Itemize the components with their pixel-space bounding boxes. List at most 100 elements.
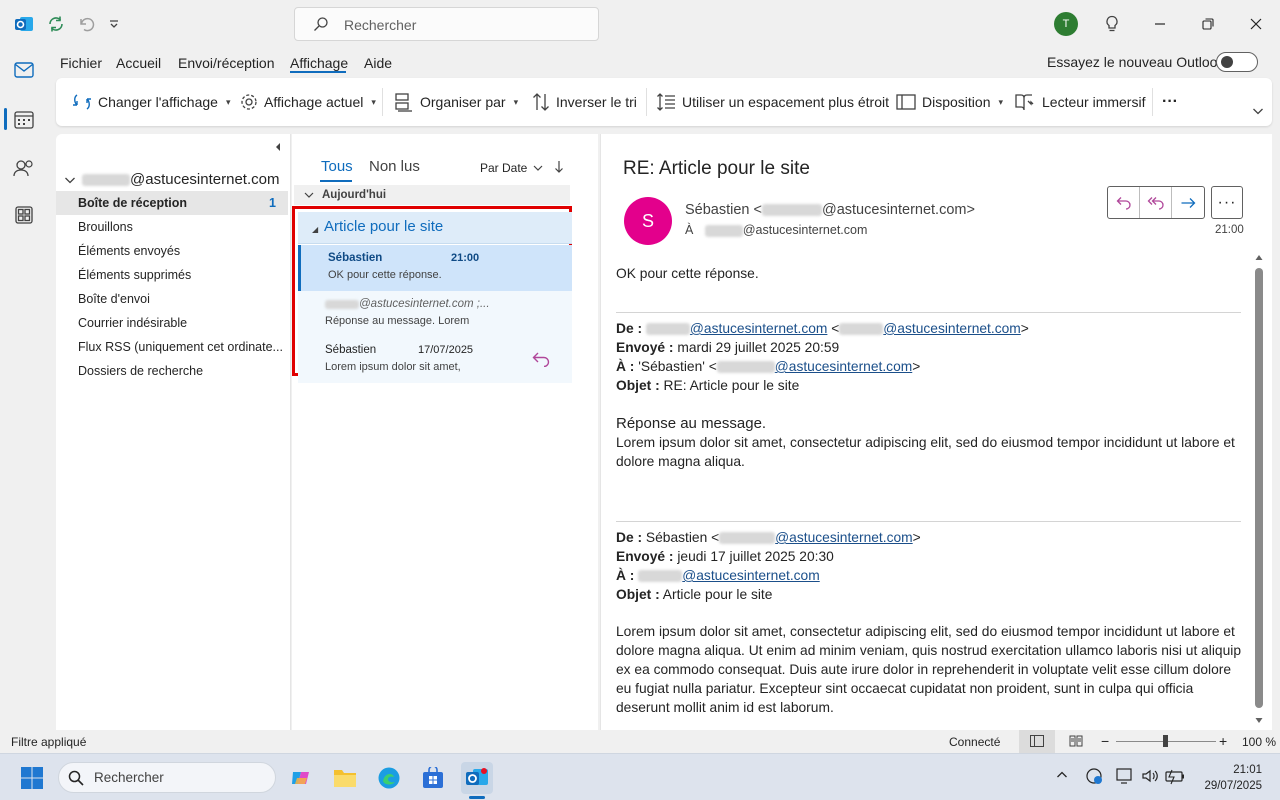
folder-rss[interactable]: Flux RSS (uniquement cet ordinate... bbox=[56, 335, 288, 359]
customize-toolbar-icon[interactable] bbox=[102, 12, 126, 36]
close-icon[interactable] bbox=[1244, 12, 1268, 36]
undo-icon[interactable] bbox=[74, 12, 98, 36]
list-item[interactable]: Sébastien 21:00 OK pour cette réponse. bbox=[298, 245, 572, 291]
reply-button[interactable] bbox=[1108, 187, 1140, 218]
ribbon-expand-chevron-icon[interactable] bbox=[1252, 106, 1264, 116]
battery-icon[interactable] bbox=[1164, 767, 1186, 785]
outlook-taskbar-icon[interactable] bbox=[461, 762, 493, 794]
tab-fichier[interactable]: Fichier bbox=[60, 55, 102, 71]
immersive-reader-icon bbox=[1014, 92, 1036, 112]
sort-direction-arrow-icon[interactable] bbox=[554, 160, 564, 174]
file-explorer-icon[interactable] bbox=[329, 762, 361, 794]
ribbon-divider bbox=[382, 88, 383, 116]
search-input[interactable]: Rechercher bbox=[294, 7, 599, 41]
change-view-button[interactable]: Changer l'affichage ▾ bbox=[72, 92, 230, 112]
layout-button[interactable]: Disposition ▾ bbox=[896, 92, 1003, 112]
filter-tab-unread[interactable]: Non lus bbox=[369, 158, 420, 175]
reverse-sort-label: Inverser le tri bbox=[556, 94, 637, 110]
taskbar-search[interactable]: Rechercher bbox=[58, 762, 276, 793]
edge-browser-icon[interactable] bbox=[373, 762, 405, 794]
chevron-up-icon[interactable] bbox=[1056, 770, 1068, 780]
copilot-icon[interactable] bbox=[285, 762, 317, 794]
mail-icon[interactable] bbox=[10, 56, 38, 84]
item-sender: Sébastien bbox=[328, 252, 383, 264]
unread-count: 1 bbox=[269, 196, 276, 210]
email-link[interactable]: @astucesinternet.com bbox=[775, 359, 912, 374]
filter-tab-all[interactable]: Tous bbox=[321, 158, 353, 175]
folder-sent[interactable]: Éléments envoyés bbox=[56, 239, 288, 263]
people-icon[interactable] bbox=[10, 154, 38, 182]
scroll-thumb[interactable] bbox=[1255, 268, 1263, 708]
folder-search[interactable]: Dossiers de recherche bbox=[56, 359, 288, 383]
header2-sent: Envoyé : jeudi 17 juillet 2025 20:30 bbox=[616, 549, 834, 564]
reading-view-icon[interactable] bbox=[1069, 735, 1083, 747]
original-body: Lorem ipsum dolor sit amet, consectetur … bbox=[616, 624, 1242, 715]
zoom-in-icon[interactable]: + bbox=[1219, 733, 1227, 749]
reply-all-button[interactable] bbox=[1140, 187, 1172, 218]
folder-drafts[interactable]: Brouillons bbox=[56, 215, 288, 239]
scroll-down-icon[interactable] bbox=[1255, 716, 1263, 724]
network-status-icon[interactable] bbox=[1085, 767, 1103, 785]
more-options-button[interactable]: ··· bbox=[1162, 92, 1178, 112]
folder-outbox[interactable]: Boîte d'envoi bbox=[56, 287, 288, 311]
folder-inbox[interactable]: Boîte de réception 1 bbox=[56, 191, 288, 215]
redacted-text bbox=[638, 570, 683, 583]
windows-start-icon[interactable] bbox=[16, 762, 48, 794]
normal-view-button[interactable] bbox=[1019, 730, 1055, 753]
user-avatar[interactable]: T bbox=[1054, 12, 1078, 36]
group-header-today[interactable]: Aujourd'hui bbox=[294, 185, 570, 205]
folder-label: Éléments supprimés bbox=[78, 268, 192, 282]
folder-junk[interactable]: Courrier indésirable bbox=[56, 311, 288, 335]
account-header[interactable]: @astucesinternet.com bbox=[64, 171, 279, 188]
conversation-header[interactable]: ◢ Article pour le site bbox=[298, 212, 572, 244]
sync-icon[interactable] bbox=[44, 12, 68, 36]
zoom-out-icon[interactable]: − bbox=[1101, 733, 1109, 749]
collapse-pane-icon[interactable] bbox=[274, 142, 282, 152]
zoom-level[interactable]: 100 % bbox=[1242, 735, 1276, 749]
header2-from: De : Sébastien < @astucesinternet.com> bbox=[616, 530, 921, 545]
redacted-text bbox=[325, 299, 359, 309]
lightbulb-icon[interactable] bbox=[1100, 12, 1124, 36]
new-outlook-toggle[interactable] bbox=[1216, 52, 1258, 72]
restore-icon[interactable] bbox=[1196, 12, 1220, 36]
zoom-slider-handle[interactable] bbox=[1163, 735, 1168, 747]
arrange-by-button[interactable]: Organiser par ▾ bbox=[394, 92, 518, 112]
tab-envoi-reception[interactable]: Envoi/réception bbox=[178, 55, 275, 71]
collapse-triangle-icon: ◢ bbox=[312, 225, 319, 234]
email-link[interactable]: @astucesinternet.com bbox=[682, 568, 819, 583]
avatar[interactable]: S bbox=[624, 197, 672, 245]
store-icon[interactable] bbox=[417, 762, 449, 794]
current-view-button[interactable]: Affichage actuel ▾ bbox=[240, 92, 376, 112]
more-actions-button[interactable]: ··· bbox=[1211, 186, 1243, 219]
folder-deleted[interactable]: Éléments supprimés bbox=[56, 263, 288, 287]
sort-by-dropdown[interactable]: Par Date bbox=[480, 161, 543, 175]
tab-accueil[interactable]: Accueil bbox=[116, 55, 161, 71]
rail-active-indicator bbox=[4, 108, 7, 130]
email-link[interactable]: @astucesinternet.com bbox=[690, 321, 827, 336]
list-item[interactable]: Sébastien 17/07/2025 Lorem ipsum dolor s… bbox=[298, 337, 572, 383]
tab-aide[interactable]: Aide bbox=[364, 55, 392, 71]
scroll-up-icon[interactable] bbox=[1255, 254, 1263, 262]
list-item[interactable]: @astucesinternet.com ;... Réponse au mes… bbox=[298, 291, 572, 337]
tab-affichage[interactable]: Affichage bbox=[290, 55, 348, 71]
connection-status: Connecté bbox=[949, 735, 1001, 749]
display-icon[interactable] bbox=[1116, 767, 1134, 785]
forward-button[interactable] bbox=[1172, 187, 1204, 218]
immersive-reader-button[interactable]: Lecteur immersif bbox=[1014, 92, 1145, 112]
header1-subject: Objet : RE: Article pour le site bbox=[616, 378, 800, 393]
toggle-knob bbox=[1221, 56, 1233, 68]
calendar-icon[interactable] bbox=[10, 106, 38, 134]
email-link[interactable]: @astucesinternet.com bbox=[883, 321, 1020, 336]
clock-time: 21:01 bbox=[1233, 764, 1262, 776]
apps-icon[interactable] bbox=[10, 201, 38, 229]
email-link[interactable]: @astucesinternet.com bbox=[775, 530, 912, 545]
system-clock[interactable]: 21:01 29/07/2025 bbox=[1200, 762, 1262, 794]
compact-spacing-label: Utiliser un espacement plus étroit bbox=[682, 94, 889, 110]
volume-icon[interactable] bbox=[1141, 767, 1159, 785]
scrollbar[interactable] bbox=[1253, 254, 1265, 728]
message-from[interactable]: Sébastien < @astucesinternet.com> bbox=[685, 202, 975, 218]
compact-spacing-button[interactable]: Utiliser un espacement plus étroit bbox=[656, 92, 889, 112]
normal-view-icon bbox=[1030, 735, 1044, 747]
minimize-icon[interactable] bbox=[1148, 12, 1172, 36]
reverse-sort-button[interactable]: Inverser le tri bbox=[532, 92, 637, 112]
